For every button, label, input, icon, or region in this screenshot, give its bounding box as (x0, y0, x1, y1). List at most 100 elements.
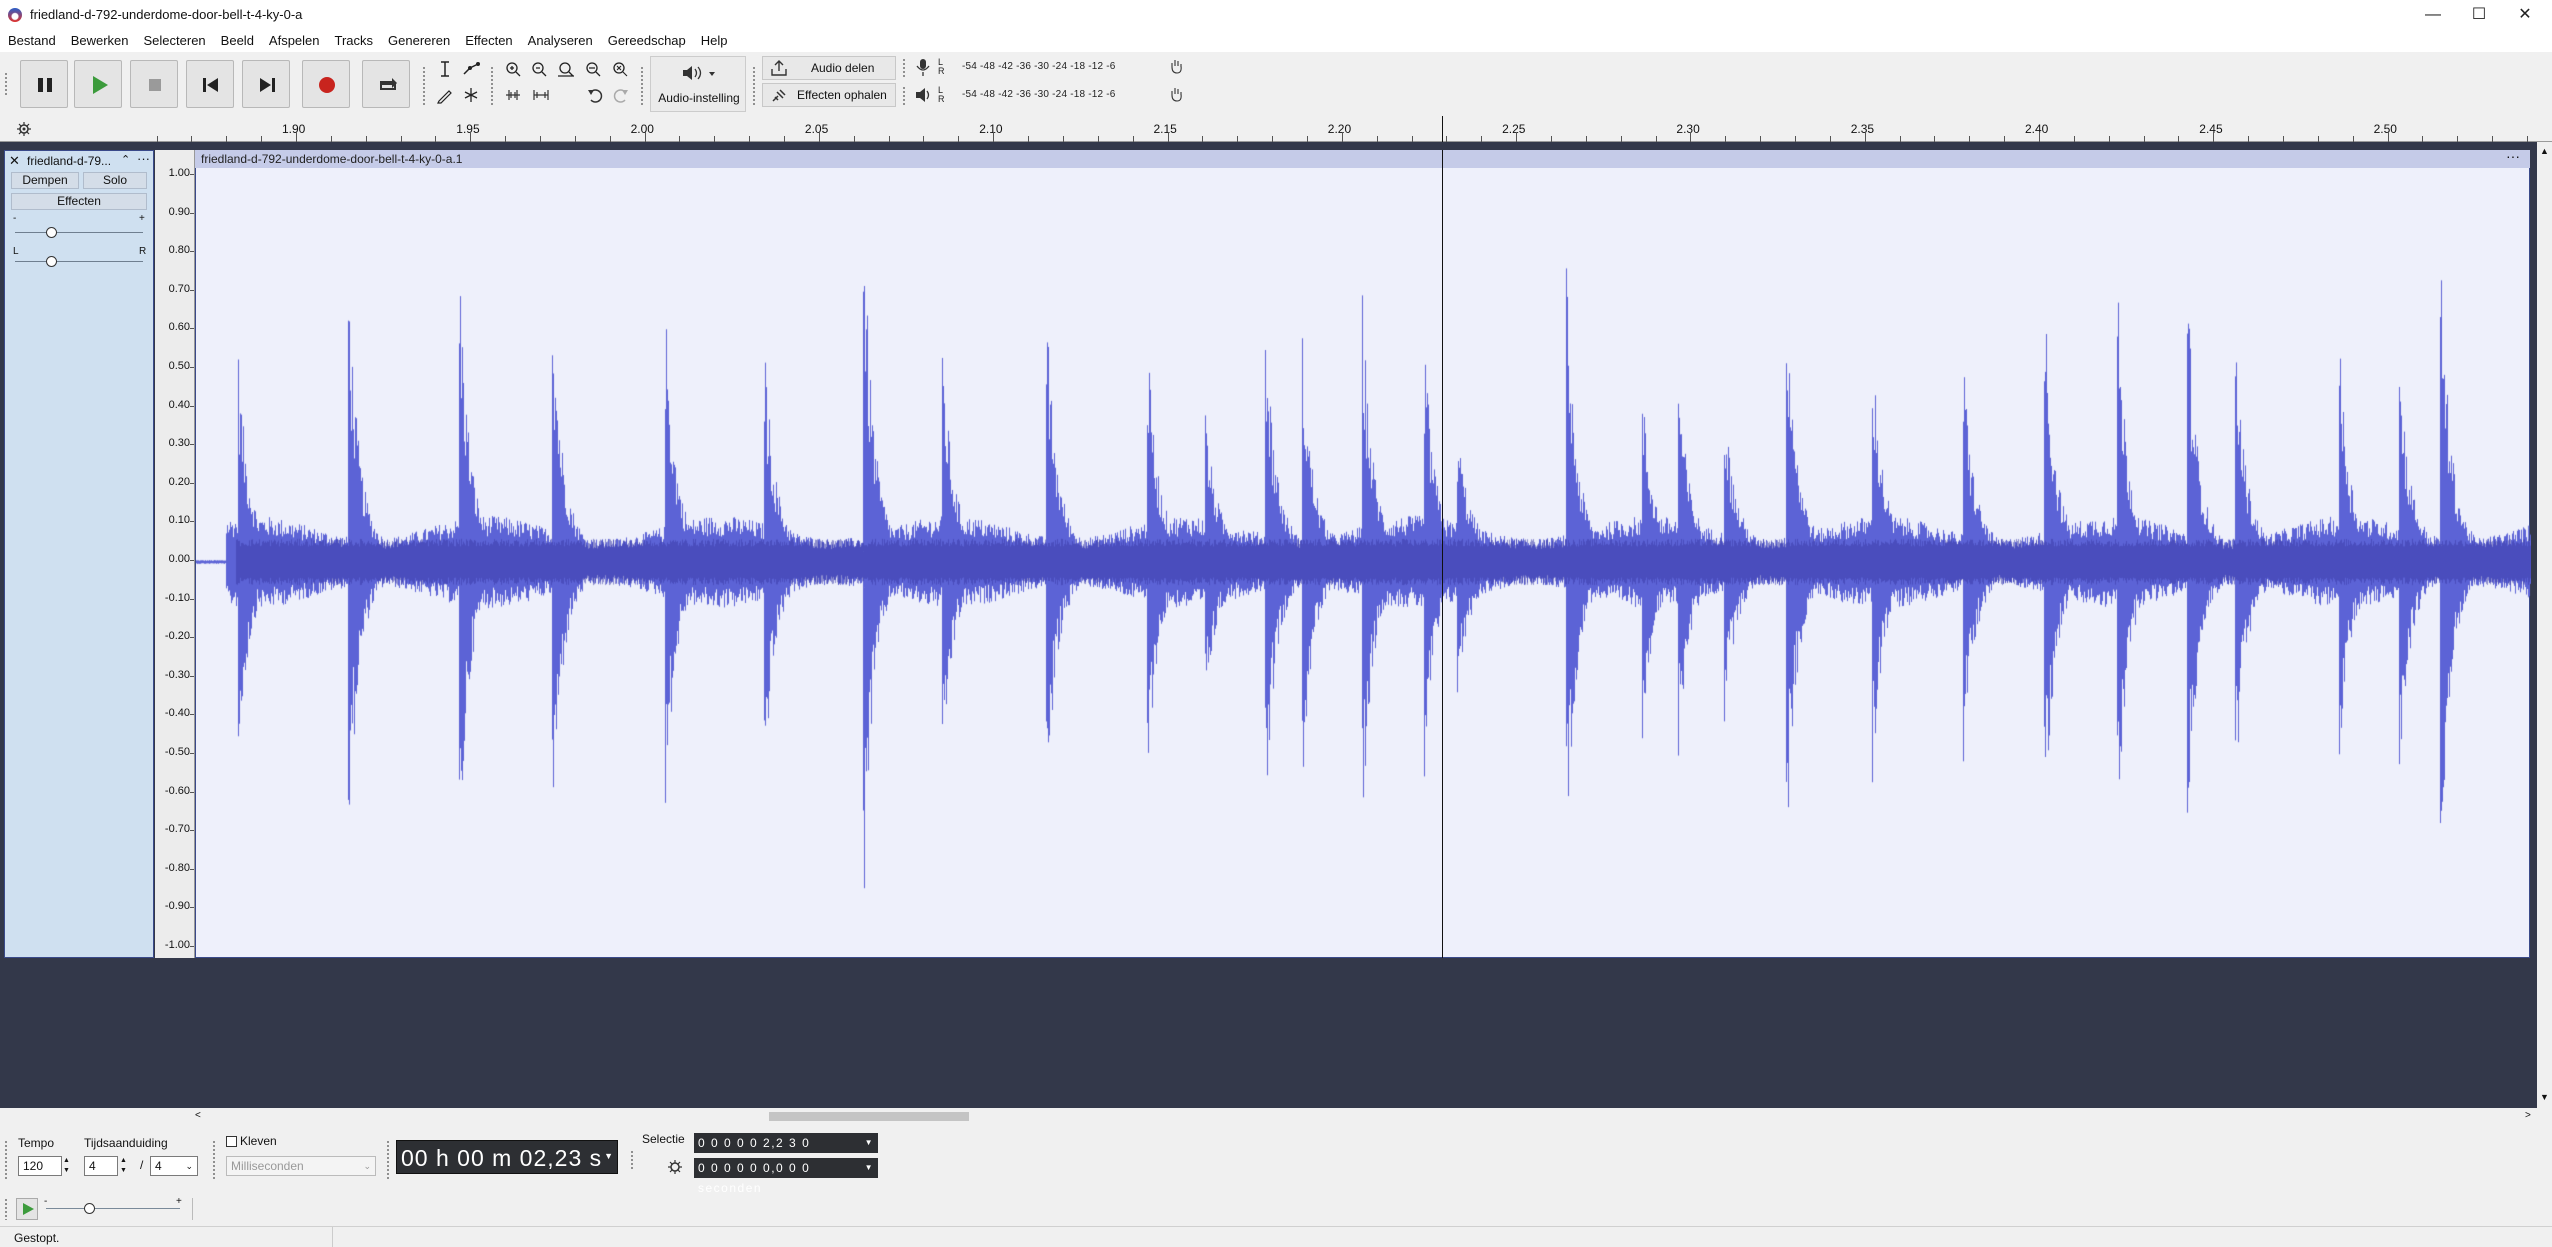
fit-selection-button[interactable] (555, 58, 577, 80)
toolbar-grip[interactable] (490, 66, 494, 106)
multi-tool-button[interactable] (460, 84, 482, 106)
track-control-panel[interactable]: ✕ friedland-d-79... ⌃ ··· Dempen Solo Ef… (4, 150, 154, 958)
toolbar-grip[interactable] (386, 1140, 390, 1180)
selection-settings-icon[interactable] (666, 1158, 684, 1176)
undo-button[interactable] (584, 84, 606, 106)
pause-button[interactable] (20, 60, 68, 108)
skip-to-end-button[interactable] (242, 60, 290, 108)
zoom-toggle-button[interactable] (609, 58, 631, 80)
scroll-down-icon[interactable]: ▼ (2540, 1092, 2549, 1102)
scroll-right-icon[interactable]: > (2525, 1110, 2531, 1121)
menu-analyseren[interactable]: Analyseren (520, 30, 600, 52)
toolbar-grip[interactable] (4, 1198, 8, 1220)
amplitude-scale[interactable]: 1.00 0.90 0.80 0.70 0.60 0.50 0.40 0.30 0.20 0.10… (155, 150, 195, 958)
solo-button[interactable]: Solo (83, 172, 147, 189)
menu-selecteren[interactable]: Selecteren (136, 30, 213, 52)
loop-button[interactable] (362, 60, 410, 108)
track-effects-button[interactable]: Effecten (11, 193, 147, 210)
scroll-up-icon[interactable]: ▲ (2540, 146, 2549, 156)
horizontal-scrollbar[interactable]: < > (195, 1108, 2537, 1124)
toolbar-grip[interactable] (902, 58, 906, 78)
toolbar-grip[interactable] (752, 66, 756, 106)
share-audio-button[interactable]: Audio delen (762, 56, 896, 80)
clip-header[interactable]: friedland-d-792-underdome-door-bell-t-4-… (195, 148, 2530, 168)
skip-to-start-button[interactable] (186, 60, 234, 108)
hand-icon[interactable] (1168, 86, 1184, 102)
snap-label[interactable]: Kleven (240, 1134, 277, 1148)
silence-button[interactable] (530, 84, 552, 106)
menu-effecten[interactable]: Effecten (457, 30, 519, 52)
menu-beeld[interactable]: Beeld (213, 30, 261, 52)
timeline-settings-icon[interactable] (16, 121, 32, 137)
tempo-spin-icon[interactable]: ▲ ▼ (63, 1156, 70, 1176)
track-close-icon[interactable]: ✕ (9, 153, 20, 169)
menu-tracks[interactable]: Tracks (327, 30, 381, 52)
zoom-out-button[interactable] (528, 58, 550, 80)
toolbar-grip[interactable] (4, 1140, 8, 1180)
menu-bewerken[interactable]: Bewerken (63, 30, 136, 52)
toolbar-grip[interactable] (4, 72, 8, 96)
clip-menu-icon[interactable]: ··· (2506, 148, 2520, 164)
record-button[interactable] (302, 60, 350, 108)
redo-button[interactable] (610, 84, 632, 106)
selection-start-field[interactable]: 0 0 0 0 0 2,2 3 0 seconden ▼ (694, 1133, 878, 1170)
time-display[interactable]: 00 h 00 m 02,23 s ▼ (396, 1140, 618, 1174)
toolbar-grip[interactable] (212, 1140, 216, 1180)
toolbar-grip[interactable] (640, 66, 644, 106)
menu-help[interactable]: Help (693, 30, 735, 52)
time-format-dropdown-icon[interactable]: ▼ (604, 1151, 613, 1161)
zoom-in-button[interactable] (502, 58, 524, 80)
track-name[interactable]: friedland-d-79... (27, 154, 119, 168)
clip-name[interactable]: friedland-d-792-underdome-door-bell-t-4-… (201, 152, 462, 166)
draw-tool-button[interactable] (434, 84, 456, 106)
time-sig-denominator-select[interactable]: 4 ⌄ (150, 1156, 198, 1176)
vertical-scrollbar[interactable]: ▲ ▼ (2537, 142, 2552, 1108)
ruler-tick (1167, 132, 1169, 142)
speed-slider-knob[interactable] (84, 1203, 95, 1214)
envelope-tool-button[interactable] (460, 58, 482, 80)
numerator-spin-icon[interactable]: ▲ ▼ (120, 1156, 127, 1176)
hand-icon[interactable] (1168, 58, 1184, 74)
share-audio-label: Audio delen (811, 61, 875, 75)
stop-button[interactable] (130, 60, 178, 108)
toolbar-grip[interactable] (902, 86, 906, 106)
fit-project-button[interactable] (582, 58, 604, 80)
microphone-icon[interactable] (914, 56, 932, 78)
playback-meter-scale[interactable]: -54 -48 -42 -36 -30 -24 -18 -12 -6 (962, 89, 1116, 100)
recording-meter-scale[interactable]: -54 -48 -42 -36 -30 -24 -18 -12 -6 (962, 61, 1116, 72)
track-menu-icon[interactable]: ··· (137, 151, 150, 166)
snap-checkbox[interactable] (226, 1136, 237, 1147)
menu-afspelen[interactable]: Afspelen (261, 30, 327, 52)
menu-bestand[interactable]: Bestand (0, 30, 63, 52)
selection-tool-button[interactable] (434, 58, 456, 80)
timeline-ruler[interactable]: 1.90 1.95 2.00 2.05 2.10 2.15 2.20 2.25 2.30 2.35… (0, 116, 2552, 142)
horizontal-scroll-thumb[interactable] (769, 1112, 969, 1121)
toolbar-grip[interactable] (630, 1150, 634, 1170)
selection-end-field[interactable]: 0 0 0 0 0 0,0 0 0 seconden ▼ (694, 1158, 878, 1195)
time-sig-numerator-input[interactable]: 4 (84, 1156, 118, 1176)
play-button[interactable] (74, 60, 122, 108)
playhead-marker[interactable] (1442, 116, 1443, 142)
audio-clip[interactable] (195, 150, 2531, 959)
pan-slider-knob[interactable] (46, 256, 57, 267)
menu-genereren[interactable]: Genereren (380, 30, 457, 52)
audio-setup-button[interactable]: Audio-instelling (650, 56, 746, 112)
get-effects-button[interactable]: Effecten ophalen (762, 83, 896, 107)
play-at-speed-button[interactable] (16, 1198, 38, 1220)
track-collapse-icon[interactable]: ⌃ (121, 153, 130, 166)
amplitude-tick (190, 521, 194, 523)
gain-slider-knob[interactable] (46, 227, 57, 238)
minimize-button[interactable]: — (2410, 0, 2456, 30)
scroll-left-icon[interactable]: < (195, 1110, 201, 1121)
speed-plus-label: + (176, 1196, 182, 1207)
speaker-icon[interactable] (914, 84, 932, 106)
waveform[interactable] (196, 169, 2531, 959)
close-button[interactable]: ✕ (2502, 0, 2548, 30)
toolbar-grip[interactable] (422, 66, 426, 106)
tempo-input[interactable]: 120 (18, 1156, 62, 1176)
menu-gereedschap[interactable]: Gereedschap (600, 30, 693, 52)
trim-button[interactable] (502, 84, 524, 106)
mute-button[interactable]: Dempen (11, 172, 79, 189)
title-bar: friedland-d-792-underdome-door-bell-t-4-… (0, 0, 2552, 30)
maximize-button[interactable]: ☐ (2456, 0, 2502, 30)
